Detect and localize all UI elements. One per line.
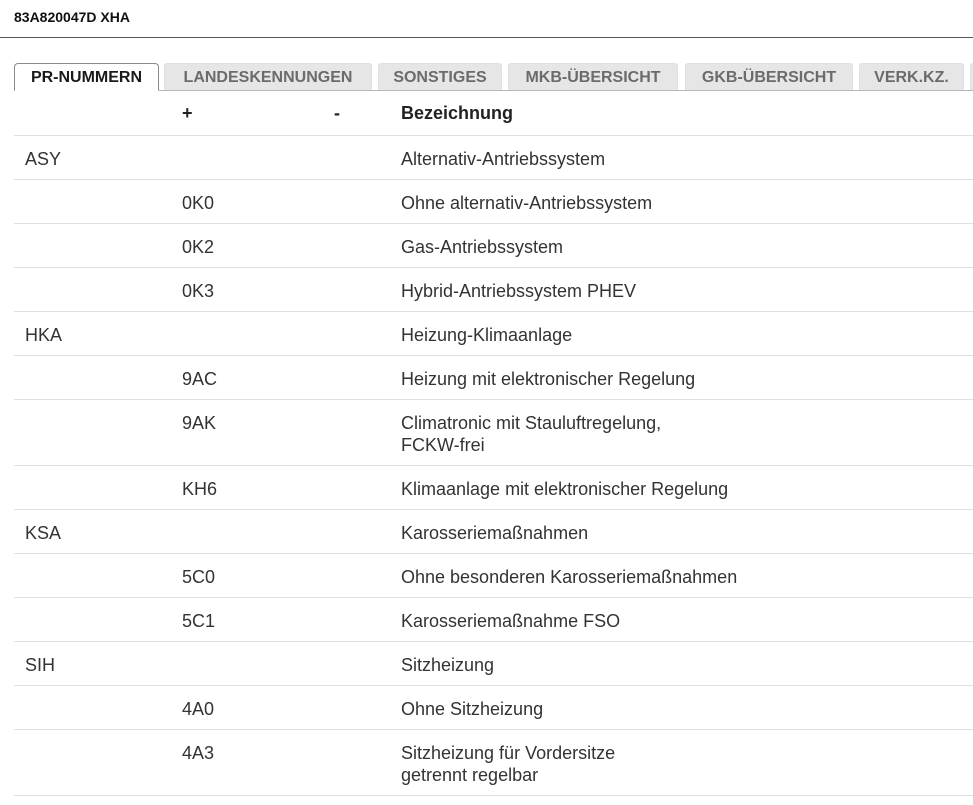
row-description-line: Karosseriemaßnahme FSO — [401, 611, 621, 631]
row-plus-code: 0K2 — [182, 237, 215, 257]
row-description: Climatronic mit Stauluftregelung, FCKW-fr… — [401, 412, 661, 456]
row-description-line: Ohne alternativ-Antriebssystem — [401, 193, 653, 213]
table-row[interactable]: 0K0 Ohne alternativ-Antriebssystem — [14, 180, 973, 224]
row-description-line: Alternativ-Antriebssystem — [401, 149, 606, 169]
row-description-line: Heizung-Klimaanlage — [401, 325, 573, 345]
row-description-line: FCKW-frei — [401, 435, 485, 455]
column-header-minus[interactable]: - — [334, 102, 340, 124]
row-plus-code: 4A0 — [182, 699, 215, 719]
row-description-line: Gas-Antriebssystem — [401, 237, 564, 257]
row-plus-code: 9AC — [182, 369, 218, 389]
table-row[interactable]: 4A0 Ohne Sitzheizung — [14, 686, 973, 730]
table-row[interactable]: ASY Alternativ-Antriebssystem — [14, 136, 973, 180]
tab-bar: PR-NUMMERN LANDESKENNUNGEN SONSTIGES MKB… — [14, 63, 973, 91]
table-row[interactable]: 0K3 Hybrid-Antriebssystem PHEV — [14, 268, 973, 312]
row-description-line: Ohne besonderen Karosseriemaßnahmen — [401, 567, 738, 587]
row-description: Hybrid-Antriebssystem PHEV — [401, 280, 636, 302]
row-description: Karosseriemaßnahme FSO — [401, 610, 620, 632]
row-description: Ohne Sitzheizung — [401, 698, 543, 720]
table-row[interactable]: 5C0 Ohne besonderen Karosseriemaßnahmen — [14, 554, 973, 598]
table-row[interactable]: 5C1 Karosseriemaßnahme FSO — [14, 598, 973, 642]
row-description-line: Karosseriemaßnahmen — [401, 523, 589, 543]
row-description-line: getrennt regelbar — [401, 765, 539, 785]
row-description: Ohne besonderen Karosseriemaßnahmen — [401, 566, 737, 588]
table-row[interactable]: KH6 Klimaanlage mit elektronischer Regelu… — [14, 466, 973, 510]
row-description: Klimaanlage mit elektronischer Regelung — [401, 478, 728, 500]
row-description-line: Sitzheizung für Vordersitze — [401, 743, 616, 763]
table-row[interactable]: 9AK Climatronic mit Stauluftregelung, FCKW… — [14, 400, 973, 466]
row-description: Sitzheizung für Vordersitze getrennt rege… — [401, 742, 615, 786]
column-header-description[interactable]: Bezeichnung — [401, 102, 513, 124]
table-row[interactable]: 4A3 Sitzheizung für Vordersitze getrennt r… — [14, 730, 973, 796]
tab-mkb-uebersicht[interactable]: MKB-ÜBERSICHT — [508, 63, 678, 90]
row-description: Alternativ-Antriebssystem — [401, 148, 605, 170]
row-description-line: Climatronic mit Stauluftregelung, — [401, 413, 662, 433]
row-plus-code: 5C1 — [182, 611, 216, 631]
row-description: Gas-Antriebssystem — [401, 236, 563, 258]
tab-verk-kz[interactable]: VERK.KZ. — [859, 63, 964, 90]
row-plus-code: 0K0 — [182, 193, 215, 213]
row-description-line: Sitzheizung — [401, 655, 495, 675]
row-description: Ohne alternativ-Antriebssystem — [401, 192, 652, 214]
row-description-line: Klimaanlage mit elektronischer Regelung — [401, 479, 729, 499]
row-group-code: ASY — [25, 149, 62, 169]
row-plus-code: KH6 — [182, 479, 218, 499]
row-description: Sitzheizung — [401, 654, 494, 676]
table-row[interactable]: 0K2 Gas-Antriebssystem — [14, 224, 973, 268]
tab-landeskennungen[interactable]: LANDESKENNUNGEN — [164, 63, 372, 90]
pr-number-table: + - Bezeichnung ASY Alternativ-Antriebssy… — [14, 91, 973, 796]
table-row[interactable]: HKA Heizung-Klimaanlage — [14, 312, 973, 356]
table-row[interactable]: KSA Karosseriemaßnahmen — [14, 510, 973, 554]
tab-gkb-uebersicht[interactable]: GKB-ÜBERSICHT — [685, 63, 853, 90]
table-row[interactable]: SIH Sitzheizung — [14, 642, 973, 686]
row-description-line: Hybrid-Antriebssystem PHEV — [401, 281, 637, 301]
row-plus-code: 9AK — [182, 413, 217, 433]
tab-pr-nummern[interactable]: PR-NUMMERN — [14, 63, 159, 91]
row-description-line: Ohne Sitzheizung — [401, 699, 544, 719]
table-header: + - Bezeichnung — [14, 91, 973, 136]
row-group-code: SIH — [25, 655, 56, 675]
row-plus-code: 4A3 — [182, 743, 215, 763]
row-group-code: KSA — [25, 523, 62, 543]
document-title: 83A820047D XHA — [14, 9, 130, 25]
row-group-code: HKA — [25, 325, 63, 345]
table-row[interactable]: 9AC Heizung mit elektronischer Regelung — [14, 356, 973, 400]
row-plus-code: 0K3 — [182, 281, 215, 301]
row-description-line: Heizung mit elektronischer Regelung — [401, 369, 696, 389]
row-description: Heizung mit elektronischer Regelung — [401, 368, 695, 390]
title-bar: 83A820047D XHA — [0, 0, 973, 38]
row-description: Heizung-Klimaanlage — [401, 324, 572, 346]
row-description: Karosseriemaßnahmen — [401, 522, 588, 544]
column-header-plus[interactable]: + — [182, 102, 193, 124]
tab-sonstiges[interactable]: SONSTIGES — [378, 63, 502, 90]
row-plus-code: 5C0 — [182, 567, 216, 587]
